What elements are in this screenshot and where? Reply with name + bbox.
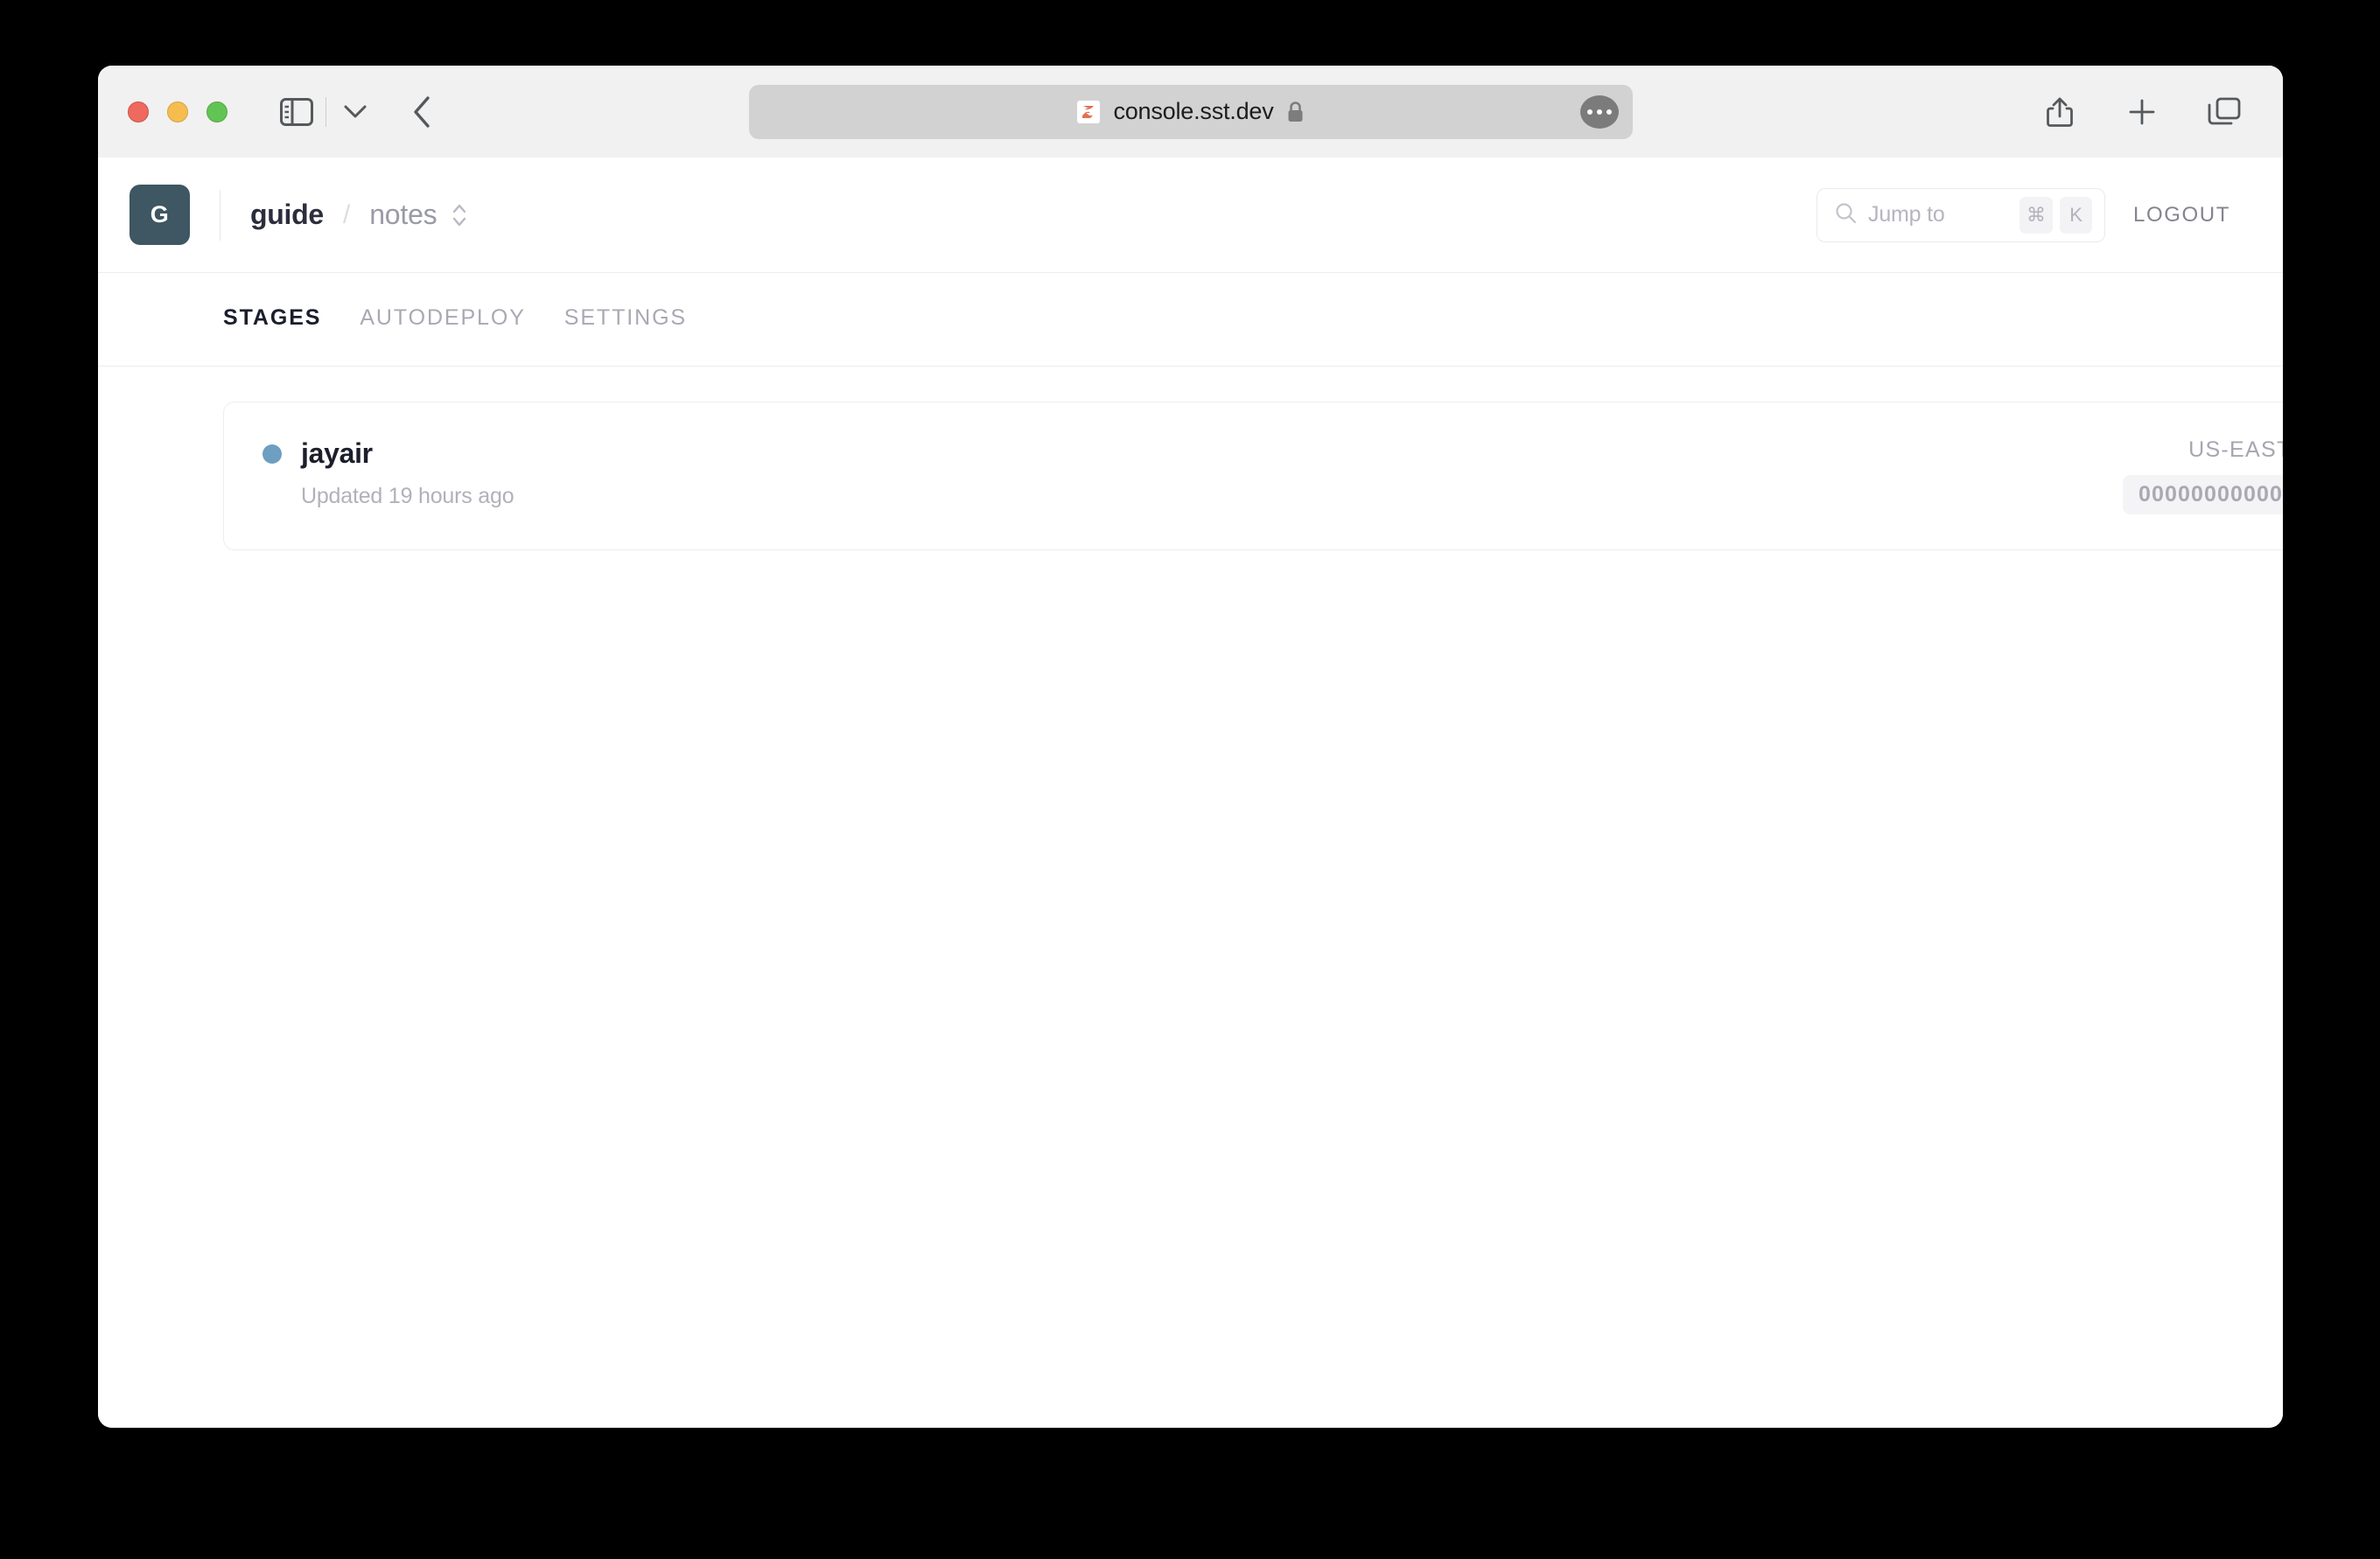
toolbar-nav-group [273,88,445,136]
stage-name[interactable]: jayair [301,437,373,470]
stage-name-row: jayair [262,437,514,470]
minimize-window-button[interactable] [167,101,188,122]
kbd-modifier: ⌘ [2020,196,2054,234]
stage-meta: US-EAST-1 000000000000 [2122,437,2283,514]
lock-icon [1288,101,1303,122]
app-header: G guide / notes Jump to ⌘ K LOGOUT [98,157,2283,273]
back-arrow-icon[interactable] [398,88,445,136]
header-right-group: Jump to ⌘ K LOGOUT [1816,187,2230,242]
sst-console-app: G guide / notes Jump to ⌘ K LOGOUT STAGE… [98,157,2283,1428]
logout-button[interactable]: LOGOUT [2133,203,2230,227]
kbd-key: K [2060,196,2093,234]
search-icon [1835,202,1857,228]
browser-toolbar: console.sst.dev [98,66,2283,157]
sst-favicon-icon [1077,100,1101,123]
search-placeholder: Jump to [1868,202,1945,227]
address-bar[interactable]: console.sst.dev [748,84,1633,139]
avatar[interactable]: G [130,185,190,245]
tab-settings[interactable]: SETTINGS [564,305,687,334]
toolbar-actions [2036,88,2248,136]
window-controls [128,101,228,122]
share-icon[interactable] [2036,88,2083,136]
search-input[interactable]: Jump to ⌘ K [1816,187,2106,242]
tab-overview-icon[interactable] [2201,88,2248,136]
stage-card[interactable]: jayair Updated 19 hours ago US-EAST-1 00… [223,402,2283,550]
breadcrumb-stage-name[interactable]: notes [369,199,437,231]
breadcrumb: guide / notes [250,199,468,231]
browser-window: console.sst.dev G guide / notes Jump to … [98,66,2283,1428]
status-badge [262,444,282,464]
search-shortcut: ⌘ K [2020,196,2093,234]
more-options-icon[interactable] [1579,94,1619,129]
url-text: console.sst.dev [1113,98,1274,124]
stage-region: US-EAST-1 [2188,437,2283,462]
tab-autodeploy[interactable]: AUTODEPLOY [360,305,525,334]
stage-selector-chevrons-icon[interactable] [451,200,468,230]
stages-list: jayair Updated 19 hours ago US-EAST-1 00… [98,367,2283,1428]
maximize-window-button[interactable] [206,101,228,122]
chevron-down-icon[interactable] [332,88,379,136]
breadcrumb-separator: / [342,199,351,229]
sidebar-toggle-icon[interactable] [273,88,320,136]
close-window-button[interactable] [128,101,149,122]
breadcrumb-app-name[interactable]: guide [250,199,324,231]
stage-account-id[interactable]: 000000000000 [2122,475,2283,514]
tab-bar: STAGES AUTODEPLOY SETTINGS [98,273,2283,367]
tab-stages[interactable]: STAGES [223,305,321,334]
plus-icon[interactable] [2118,88,2166,136]
stage-info: jayair Updated 19 hours ago [262,437,514,509]
stage-updated-text: Updated 19 hours ago [301,484,514,508]
